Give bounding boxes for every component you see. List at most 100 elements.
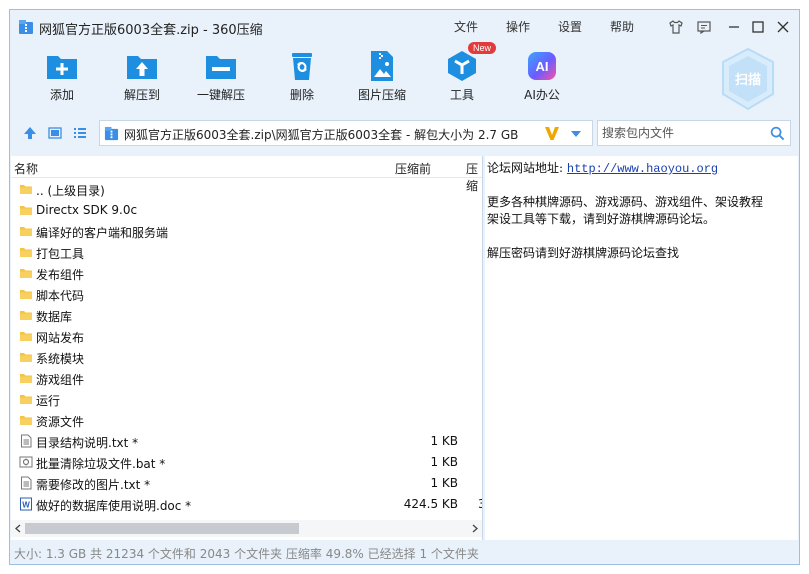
close-button[interactable] — [772, 16, 794, 38]
search-box — [597, 120, 791, 146]
title-bar: 网狐官方正版6003全套.zip - 360压缩 文件 操作 设置 帮助 — [10, 10, 799, 44]
address-bar[interactable]: 网狐官方正版6003全套.zip\网狐官方正版6003全套 - 解包大小为 2.… — [99, 120, 593, 146]
file-name: 数据库 — [36, 310, 73, 324]
ai-icon-text: AI — [536, 59, 549, 74]
archive-icon — [19, 20, 33, 34]
folder-icon — [19, 182, 33, 196]
delete-button[interactable]: 删除 — [264, 50, 340, 110]
ai-office-label: AI办公 — [524, 88, 560, 102]
maximize-button[interactable] — [747, 16, 769, 38]
thumbnail-view-icon — [48, 127, 62, 139]
menu-help[interactable]: 帮助 — [610, 18, 634, 35]
chevron-down-icon[interactable] — [570, 129, 582, 139]
extract-to-icon — [127, 56, 157, 79]
file-packed-size: 3 — [478, 497, 482, 511]
file-size: 424.5 KB — [403, 497, 458, 511]
status-bar: 大小: 1.3 GB 共 21234 个文件和 2043 个文件夹 压缩率 49… — [10, 542, 799, 564]
folder-row[interactable]: 资源文件 — [11, 410, 482, 431]
folder-icon — [19, 329, 33, 343]
v-logo-icon[interactable] — [544, 125, 560, 141]
tools-button[interactable]: New 工具 — [424, 42, 500, 110]
file-row[interactable]: W 做好的数据库使用说明.doc * 424.5 KB 3 — [11, 494, 482, 515]
folder-row[interactable]: 脚本代码 — [11, 284, 482, 305]
scan-button[interactable]: 扫描 — [718, 46, 778, 112]
text-file-icon — [19, 476, 33, 490]
text-file-icon — [19, 434, 33, 448]
file-name: Directx SDK 9.0c — [36, 203, 138, 217]
menu-file[interactable]: 文件 — [454, 18, 478, 35]
file-size: 1 KB — [430, 476, 458, 490]
folder-row[interactable]: 系统模块 — [11, 347, 482, 368]
folder-icon — [19, 350, 33, 364]
file-name: 批量清除垃圾文件.bat * — [36, 457, 166, 471]
column-name[interactable]: 名称 — [14, 160, 38, 177]
file-list-pane: 名称 压缩前 压缩 .. (上级目录) Directx SDK 9.0c 编译好的客… — [11, 156, 483, 540]
file-row[interactable]: 批量清除垃圾文件.bat * 1 KB — [11, 452, 482, 473]
file-name: 打包工具 — [36, 247, 85, 261]
trash-icon — [292, 53, 312, 80]
folder-row[interactable]: 编译好的客户端和服务端 — [11, 221, 482, 242]
add-button[interactable]: 添加 — [24, 50, 100, 110]
thumbnail-view-button[interactable] — [46, 124, 64, 142]
folder-row[interactable]: 数据库 — [11, 305, 482, 326]
folder-row[interactable]: Directx SDK 9.0c — [11, 200, 482, 221]
folder-row[interactable]: 发布组件 — [11, 263, 482, 284]
file-size: 1 KB — [430, 455, 458, 469]
file-name: 需要修改的图片.txt * — [36, 478, 151, 492]
file-name: 发布组件 — [36, 268, 85, 282]
folder-row[interactable]: 打包工具 — [11, 242, 482, 263]
scroll-left-icon[interactable] — [14, 524, 22, 533]
image-compress-label: 图片压缩 — [357, 88, 406, 102]
preview-line: 更多各种棋牌源码、游戏源码、游戏组件、架设教程 — [487, 195, 764, 209]
file-name: 系统模块 — [36, 352, 85, 366]
horizontal-scrollbar[interactable] — [11, 520, 482, 537]
up-button[interactable] — [21, 124, 39, 142]
file-size: 1 KB — [430, 434, 458, 448]
scrollbar-thumb[interactable] — [25, 523, 299, 534]
search-input[interactable] — [602, 124, 762, 142]
menu-operate[interactable]: 操作 — [506, 18, 530, 35]
folder-icon — [19, 203, 33, 217]
app-window: 网狐官方正版6003全套.zip - 360压缩 文件 操作 设置 帮助 添加 … — [9, 9, 800, 565]
list-view-button[interactable] — [71, 124, 89, 142]
minimize-icon — [729, 26, 739, 28]
extract-to-button[interactable]: 解压到 — [104, 50, 180, 110]
status-text: 大小: 1.3 GB 共 21234 个文件和 2043 个文件夹 压缩率 49… — [14, 547, 479, 561]
archive-icon — [104, 126, 119, 141]
one-click-extract-icon — [206, 56, 236, 79]
file-row[interactable]: 目录结构说明.txt * 1 KB — [11, 431, 482, 452]
feedback-button[interactable] — [693, 16, 715, 38]
search-icon[interactable] — [770, 126, 785, 141]
skin-button[interactable] — [665, 16, 687, 38]
svg-text:W: W — [22, 501, 30, 510]
one-click-extract-button[interactable]: 一键解压 — [183, 50, 259, 110]
folder-icon — [19, 413, 33, 427]
folder-row[interactable]: 游戏组件 — [11, 368, 482, 389]
tools-label: 工具 — [449, 88, 474, 102]
folder-icon — [19, 266, 33, 280]
add-label: 添加 — [49, 88, 74, 102]
file-row[interactable]: 需要修改的图片.txt * 1 KB — [11, 473, 482, 494]
scroll-right-icon[interactable] — [471, 524, 479, 533]
minimize-button[interactable] — [723, 16, 745, 38]
folder-row[interactable]: 运行 — [11, 389, 482, 410]
folder-row[interactable]: .. (上级目录) — [11, 179, 482, 200]
ai-office-button[interactable]: AI AI办公 — [504, 50, 580, 110]
file-name: 资源文件 — [36, 415, 85, 429]
preview-site-label: 论坛网站地址: — [487, 161, 564, 175]
preview-line: 架设工具等下载，请到好游棋牌源码论坛。 — [487, 212, 716, 226]
preview-site-link[interactable]: http://www.haoyou.org — [567, 162, 718, 176]
image-compress-button[interactable]: 图片压缩 — [344, 50, 420, 110]
folder-icon — [19, 245, 33, 259]
folder-row[interactable]: 网站发布 — [11, 326, 482, 347]
delete-label: 删除 — [289, 88, 314, 102]
file-name: 网站发布 — [36, 331, 85, 345]
file-name: 目录结构说明.txt * — [36, 436, 139, 450]
image-compress-icon — [371, 51, 393, 81]
menu-settings[interactable]: 设置 — [558, 18, 582, 35]
file-name: 游戏组件 — [36, 373, 85, 387]
address-path: 网狐官方正版6003全套.zip\网狐官方正版6003全套 - 解包大小为 2.… — [124, 128, 519, 142]
column-original-size[interactable]: 压缩前 — [395, 160, 431, 177]
file-name: 脚本代码 — [36, 289, 85, 303]
preview-line: 解压密码请到好游棋牌源码论坛查找 — [487, 246, 680, 260]
